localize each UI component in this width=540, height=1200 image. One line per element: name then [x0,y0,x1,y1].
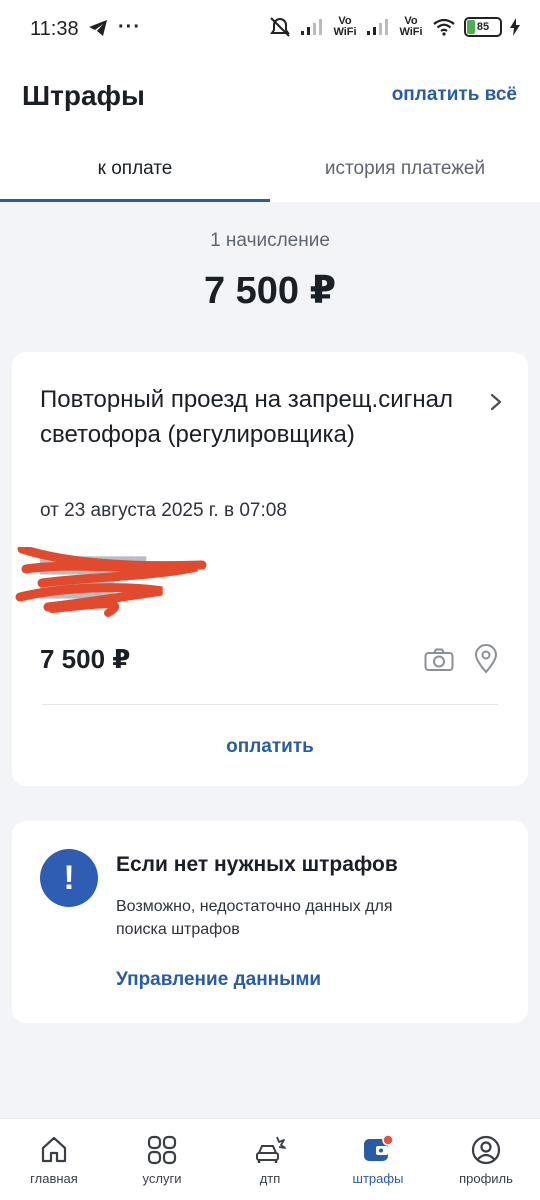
info-text: Возможно, недостаточно данных для поиска… [116,898,393,938]
divider [42,704,498,705]
exclamation-icon: ! [40,849,98,907]
redaction-scribble [15,547,207,617]
pay-button[interactable]: оплатить [12,736,528,758]
status-left-icons: ··· [88,16,141,39]
bottom-nav: главная услуги дтп штрафы профиль [0,1118,540,1200]
wallet-icon [364,1135,394,1161]
telegram-icon [89,19,107,36]
nav-item-fines[interactable]: штрафы [324,1119,432,1200]
pay-all-button[interactable]: оплатить всё [392,84,517,106]
grid-icon [147,1135,177,1165]
manage-data-link[interactable]: Управление данными [116,969,321,991]
total-amount: 7 500 ₽ [203,270,337,312]
tabs: к оплате история платежей [0,140,540,202]
header: Штрафы оплатить всё к оплате история пла… [0,62,540,202]
signal-icon [301,19,322,35]
fine-card[interactable]: Повторный проезд на запрещ.сигнал светоф… [12,352,528,786]
location-pin-icon[interactable] [474,644,498,674]
charging-icon [510,18,520,36]
status-time: 11:38 [30,18,79,40]
home-icon [41,1136,67,1163]
nav-label: штрафы [352,1171,404,1186]
status-bar: 11:38 ··· Vo WiFi Vo WiFi 85 [0,0,540,62]
vowifi-label: Vo WiFi [399,15,423,38]
profile-icon [471,1135,501,1165]
fine-title: Повторный проезд на запрещ.сигнал светоф… [40,386,453,448]
vowifi-label: Vo WiFi [333,15,357,38]
fine-date: от 23 августа 2025 г. в 07:08 [40,500,287,521]
nav-label: услуги [142,1171,182,1186]
nav-item-services[interactable]: услуги [108,1119,216,1200]
page-title: Штрафы [22,80,145,111]
camera-icon[interactable] [424,648,454,672]
fines-count: 1 начисление [210,230,330,251]
nav-item-profile[interactable]: профиль [432,1119,540,1200]
fine-amount: 7 500 ₽ [40,644,131,674]
info-card: ! Если нет нужных штрафов Возможно, недо… [12,821,528,1023]
signal-icon [367,19,388,35]
info-title: Если нет нужных штрафов [116,853,398,876]
car-crash-icon [256,1136,286,1163]
wifi-icon [433,18,455,36]
nav-label: профиль [459,1171,513,1186]
battery-indicator: 85 [464,17,502,37]
more-notifications-icon: ··· [118,16,141,38]
chevron-right-icon[interactable] [488,392,504,412]
nav-label: дтп [259,1171,281,1186]
tab-payment-history[interactable]: история платежей [270,140,540,202]
status-right-icons: Vo WiFi Vo WiFi 85 [268,16,520,38]
tab-to-pay[interactable]: к оплате [0,140,270,202]
nav-item-accident[interactable]: дтп [216,1119,324,1200]
nav-item-home[interactable]: главная [0,1119,108,1200]
silent-icon [270,17,290,37]
nav-label: главная [30,1171,78,1186]
redacted-details: ██████████ ███████ [12,547,212,627]
